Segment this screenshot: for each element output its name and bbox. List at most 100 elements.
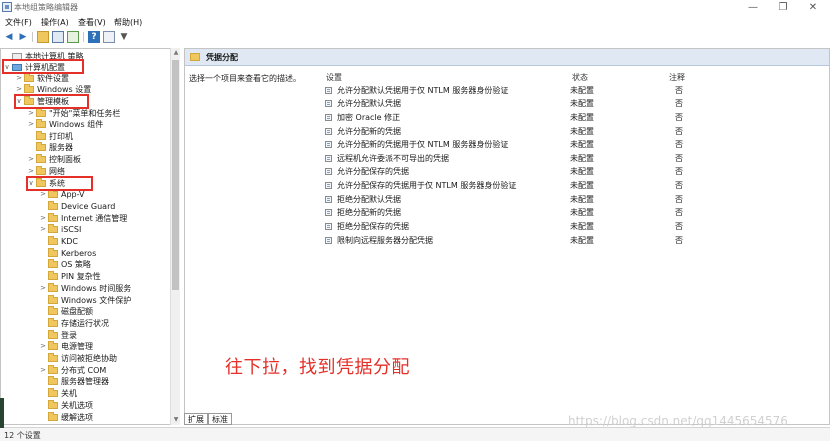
setting-name: 允许分配保存的凭据用于仅 NTLM 服务器身份验证 bbox=[337, 181, 517, 190]
back-arrow-icon[interactable]: ◀ bbox=[3, 31, 15, 43]
scroll-down-arrow-icon[interactable]: ▼ bbox=[171, 415, 181, 425]
setting-name: 拒绝分配默认凭据 bbox=[337, 195, 401, 204]
table-row[interactable]: 允许分配默认凭据用于仅 NTLM 服务器身份验证 未配置 否 bbox=[321, 84, 821, 97]
show-hide-tree-icon[interactable] bbox=[52, 31, 64, 43]
table-row[interactable]: 加密 Oracle 修正 未配置 否 bbox=[321, 111, 821, 124]
setting-comment: 否 bbox=[675, 99, 683, 108]
tab-extended[interactable]: 扩展 bbox=[184, 413, 208, 425]
watermark-text: https://blog.csdn.net/qq1445654576 bbox=[568, 414, 788, 428]
policy-setting-icon bbox=[325, 237, 332, 244]
tree-expander[interactable]: > bbox=[27, 108, 35, 119]
tree-scrollbar[interactable]: ▲ ▼ bbox=[170, 48, 180, 425]
folder-icon bbox=[48, 248, 58, 257]
tree-expander[interactable]: > bbox=[27, 154, 35, 165]
tree-item-label: 访问被拒绝协助 bbox=[61, 354, 117, 363]
menu-help[interactable]: 帮助(H) bbox=[114, 17, 142, 28]
minimize-button[interactable]: — bbox=[740, 0, 766, 15]
forward-arrow-icon[interactable]: ▶ bbox=[17, 31, 29, 43]
table-row[interactable]: 允许分配默认凭据 未配置 否 bbox=[321, 97, 821, 110]
tree-expander[interactable]: > bbox=[15, 73, 23, 84]
description-text: 选择一个项目来查看它的描述。 bbox=[189, 74, 301, 83]
toolbar: ◀ ▶ ? ▼ bbox=[0, 29, 830, 45]
scrollbar-thumb[interactable] bbox=[172, 60, 179, 290]
folder-icon bbox=[36, 154, 46, 163]
table-row[interactable]: 允许分配新的凭据用于仅 NTLM 服务器身份验证 未配置 否 bbox=[321, 138, 821, 151]
table-row[interactable]: 允许分配保存的凭据用于仅 NTLM 服务器身份验证 未配置 否 bbox=[321, 179, 821, 192]
tree-expander[interactable]: > bbox=[15, 84, 23, 95]
policy-setting-icon bbox=[325, 100, 332, 107]
tree-item-label: 本地计算机 策略 bbox=[25, 52, 84, 61]
tree-item-label: Windows 设置 bbox=[37, 85, 92, 94]
tree-item-label: 控制面板 bbox=[49, 155, 81, 164]
policy-setting-icon bbox=[325, 168, 332, 175]
close-button[interactable]: ✕ bbox=[800, 0, 826, 15]
setting-state: 未配置 bbox=[570, 154, 594, 163]
tree-item-label: 登录 bbox=[61, 331, 77, 340]
filter-icon[interactable]: ▼ bbox=[118, 31, 130, 43]
folder-icon bbox=[36, 131, 46, 140]
column-header-setting[interactable]: 设置 bbox=[326, 72, 342, 83]
setting-name: 允许分配默认凭据 bbox=[337, 99, 401, 108]
tree-expander[interactable]: ∨ bbox=[15, 96, 23, 107]
tree-item-label: Device Guard bbox=[61, 202, 116, 211]
tree-expander[interactable]: > bbox=[39, 189, 47, 200]
setting-state: 未配置 bbox=[570, 86, 594, 95]
table-row[interactable]: 拒绝分配保存的凭据 未配置 否 bbox=[321, 220, 821, 233]
tree-expander[interactable]: > bbox=[39, 283, 47, 294]
tree-expander[interactable]: ∨ bbox=[3, 62, 11, 73]
menu-file[interactable]: 文件(F) bbox=[5, 17, 32, 28]
tree-item-label: 关机选项 bbox=[61, 401, 93, 410]
up-folder-icon[interactable] bbox=[37, 31, 49, 43]
setting-comment: 否 bbox=[675, 127, 683, 136]
tree-expander[interactable]: > bbox=[39, 341, 47, 352]
column-header-comment[interactable]: 注释 bbox=[669, 72, 685, 83]
policy-setting-icon bbox=[325, 114, 332, 121]
tree-item-label: Windows 时间服务 bbox=[61, 284, 132, 293]
table-row[interactable]: 拒绝分配新的凭据 未配置 否 bbox=[321, 206, 821, 219]
folder-icon bbox=[48, 236, 58, 245]
tree-item-label: 服务器管理器 bbox=[61, 377, 109, 386]
setting-comment: 否 bbox=[675, 154, 683, 163]
scroll-up-arrow-icon[interactable]: ▲ bbox=[171, 48, 181, 58]
menu-view[interactable]: 查看(V) bbox=[78, 17, 106, 28]
tree-item-label: 计算机配置 bbox=[25, 63, 65, 72]
table-row[interactable]: 限制向远程服务器分配凭据 未配置 否 bbox=[321, 234, 821, 247]
table-row[interactable]: 远程机允许委派不可导出的凭据 未配置 否 bbox=[321, 152, 821, 165]
tree-expander[interactable]: > bbox=[27, 119, 35, 130]
setting-state: 未配置 bbox=[570, 113, 594, 122]
folder-icon bbox=[48, 388, 58, 397]
tree-expander[interactable]: > bbox=[39, 365, 47, 376]
tree-item-label: 关机 bbox=[61, 389, 77, 398]
folder-icon bbox=[48, 306, 58, 315]
table-row[interactable]: 允许分配保存的凭据 未配置 否 bbox=[321, 165, 821, 178]
tab-standard[interactable]: 标准 bbox=[208, 413, 232, 425]
menu-action[interactable]: 操作(A) bbox=[41, 17, 69, 28]
tree-expander[interactable]: ∨ bbox=[27, 178, 35, 189]
folder-icon bbox=[36, 178, 46, 187]
maximize-button[interactable]: ❐ bbox=[770, 0, 796, 15]
properties-icon[interactable] bbox=[103, 31, 115, 43]
help-icon[interactable]: ? bbox=[88, 31, 100, 43]
tree-item-label: Windows 组件 bbox=[49, 120, 104, 129]
setting-name: 限制向远程服务器分配凭据 bbox=[337, 236, 433, 245]
table-row[interactable]: 拒绝分配默认凭据 未配置 否 bbox=[321, 193, 821, 206]
folder-icon bbox=[48, 400, 58, 409]
tree-expander[interactable]: > bbox=[39, 213, 47, 224]
status-text: 12 个设置 bbox=[4, 431, 41, 440]
column-header-state[interactable]: 状态 bbox=[572, 72, 588, 83]
setting-name: 拒绝分配新的凭据 bbox=[337, 208, 401, 217]
annotation-text: 往下拉，找到凭据分配 bbox=[225, 357, 410, 378]
tree-expander[interactable]: > bbox=[27, 166, 35, 177]
setting-name: 允许分配保存的凭据 bbox=[337, 167, 409, 176]
tree-expander[interactable]: > bbox=[39, 224, 47, 235]
setting-state: 未配置 bbox=[570, 208, 594, 217]
folder-icon bbox=[48, 271, 58, 280]
folder-icon bbox=[48, 412, 58, 421]
export-list-icon[interactable] bbox=[67, 31, 79, 43]
folder-icon bbox=[48, 341, 58, 350]
setting-state: 未配置 bbox=[570, 167, 594, 176]
setting-state: 未配置 bbox=[570, 127, 594, 136]
tree-item-label: OS 策略 bbox=[61, 260, 91, 269]
policy-setting-icon bbox=[325, 209, 332, 216]
table-row[interactable]: 允许分配新的凭据 未配置 否 bbox=[321, 125, 821, 138]
